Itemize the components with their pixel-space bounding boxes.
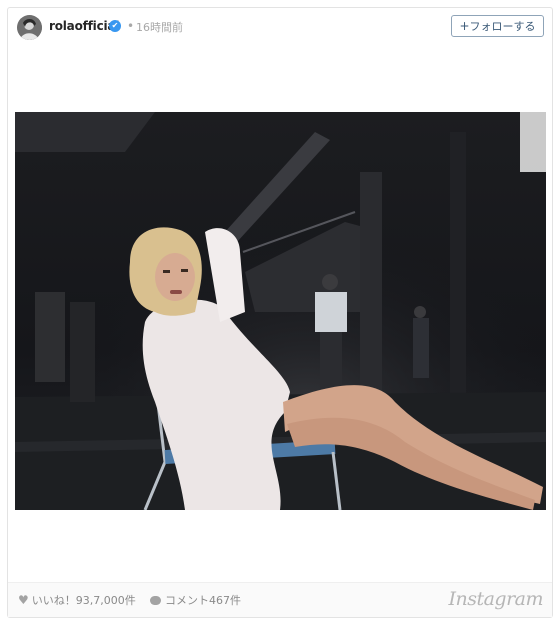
avatar[interactable] (17, 15, 42, 40)
separator-dot: • (127, 19, 135, 33)
instagram-logo[interactable]: Instagram (448, 588, 543, 610)
follow-button[interactable]: +フォローする (451, 15, 544, 37)
instagram-embed-card: rolaofficial ✔ • 16時間前 +フォローする ♥ いいね！93,… (7, 7, 553, 618)
comments-count[interactable]: コメント467件 (150, 592, 241, 608)
plus-icon: + (459, 19, 470, 33)
likes-count[interactable]: ♥ いいね！93,7,000件 (18, 592, 136, 608)
comments-label: コメント467件 (165, 594, 241, 607)
post-time[interactable]: 16時間前 (136, 19, 183, 35)
post-footer: ♥ いいね！93,7,000件 コメント467件 Instagram (8, 582, 552, 617)
comment-bubble-icon (150, 596, 161, 605)
post-photo[interactable] (15, 112, 546, 510)
heart-icon: ♥ (18, 593, 29, 607)
follow-label: フォローする (469, 20, 536, 33)
likes-label: いいね！93,7,000件 (31, 594, 136, 607)
photo-image (15, 112, 546, 510)
verified-badge-icon: ✔ (109, 20, 121, 32)
post-header: rolaofficial ✔ • 16時間前 +フォローする (8, 8, 552, 48)
